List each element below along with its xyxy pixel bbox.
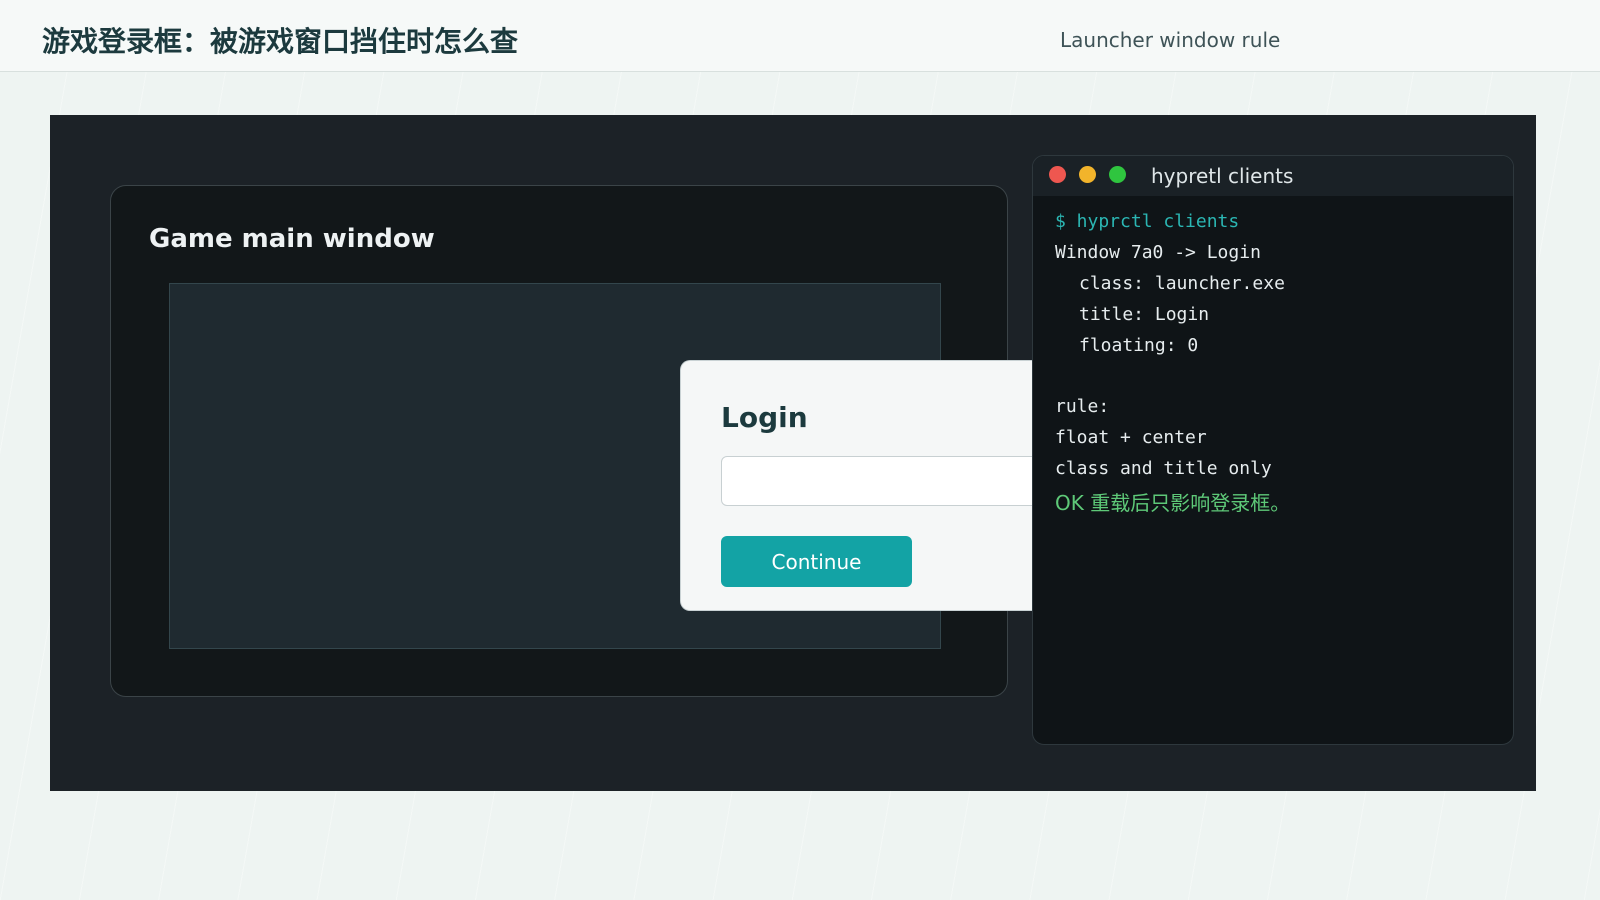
close-window-icon[interactable]: [1049, 166, 1066, 183]
terminal-rule-class-line: class and title only: [1055, 458, 1272, 479]
page-title: 游戏登录框：被游戏窗口挡住时怎么查: [42, 25, 519, 58]
terminal-rule-float-line: float + center: [1055, 427, 1207, 448]
terminal-class-line: class: launcher.exe: [1079, 273, 1285, 294]
terminal-window-line: Window 7a0 -> Login: [1055, 242, 1261, 263]
terminal-title-line: title: Login: [1079, 304, 1210, 325]
game-window-title: Game main window: [149, 224, 435, 254]
login-dialog[interactable]: Login Continue: [680, 360, 1041, 611]
terminal-window[interactable]: hypretl clients $ hyprctl clients Window…: [1032, 155, 1514, 745]
header-subtitle: Launcher window rule: [1060, 28, 1281, 52]
terminal-ok-line: OK 重载后只影响登录框。: [1055, 491, 1291, 515]
maximize-window-icon[interactable]: [1109, 166, 1126, 183]
terminal-output: $ hyprctl clients Window 7a0 -> Login cl…: [1055, 206, 1503, 519]
continue-button[interactable]: Continue: [721, 536, 912, 587]
login-input[interactable]: [721, 456, 1041, 506]
page-header: 游戏登录框：被游戏窗口挡住时怎么查 Launcher window rule: [0, 0, 1600, 72]
login-title: Login: [721, 401, 808, 434]
terminal-title: hypretl clients: [1151, 164, 1294, 188]
terminal-rule-line: rule:: [1055, 396, 1110, 417]
demo-stage: Game main window Login Continue hypretl …: [50, 115, 1536, 791]
minimize-window-icon[interactable]: [1079, 166, 1096, 183]
terminal-command-line: $ hyprctl clients: [1055, 211, 1240, 232]
terminal-floating-line: floating: 0: [1079, 335, 1199, 356]
terminal-titlebar[interactable]: hypretl clients: [1033, 156, 1513, 196]
